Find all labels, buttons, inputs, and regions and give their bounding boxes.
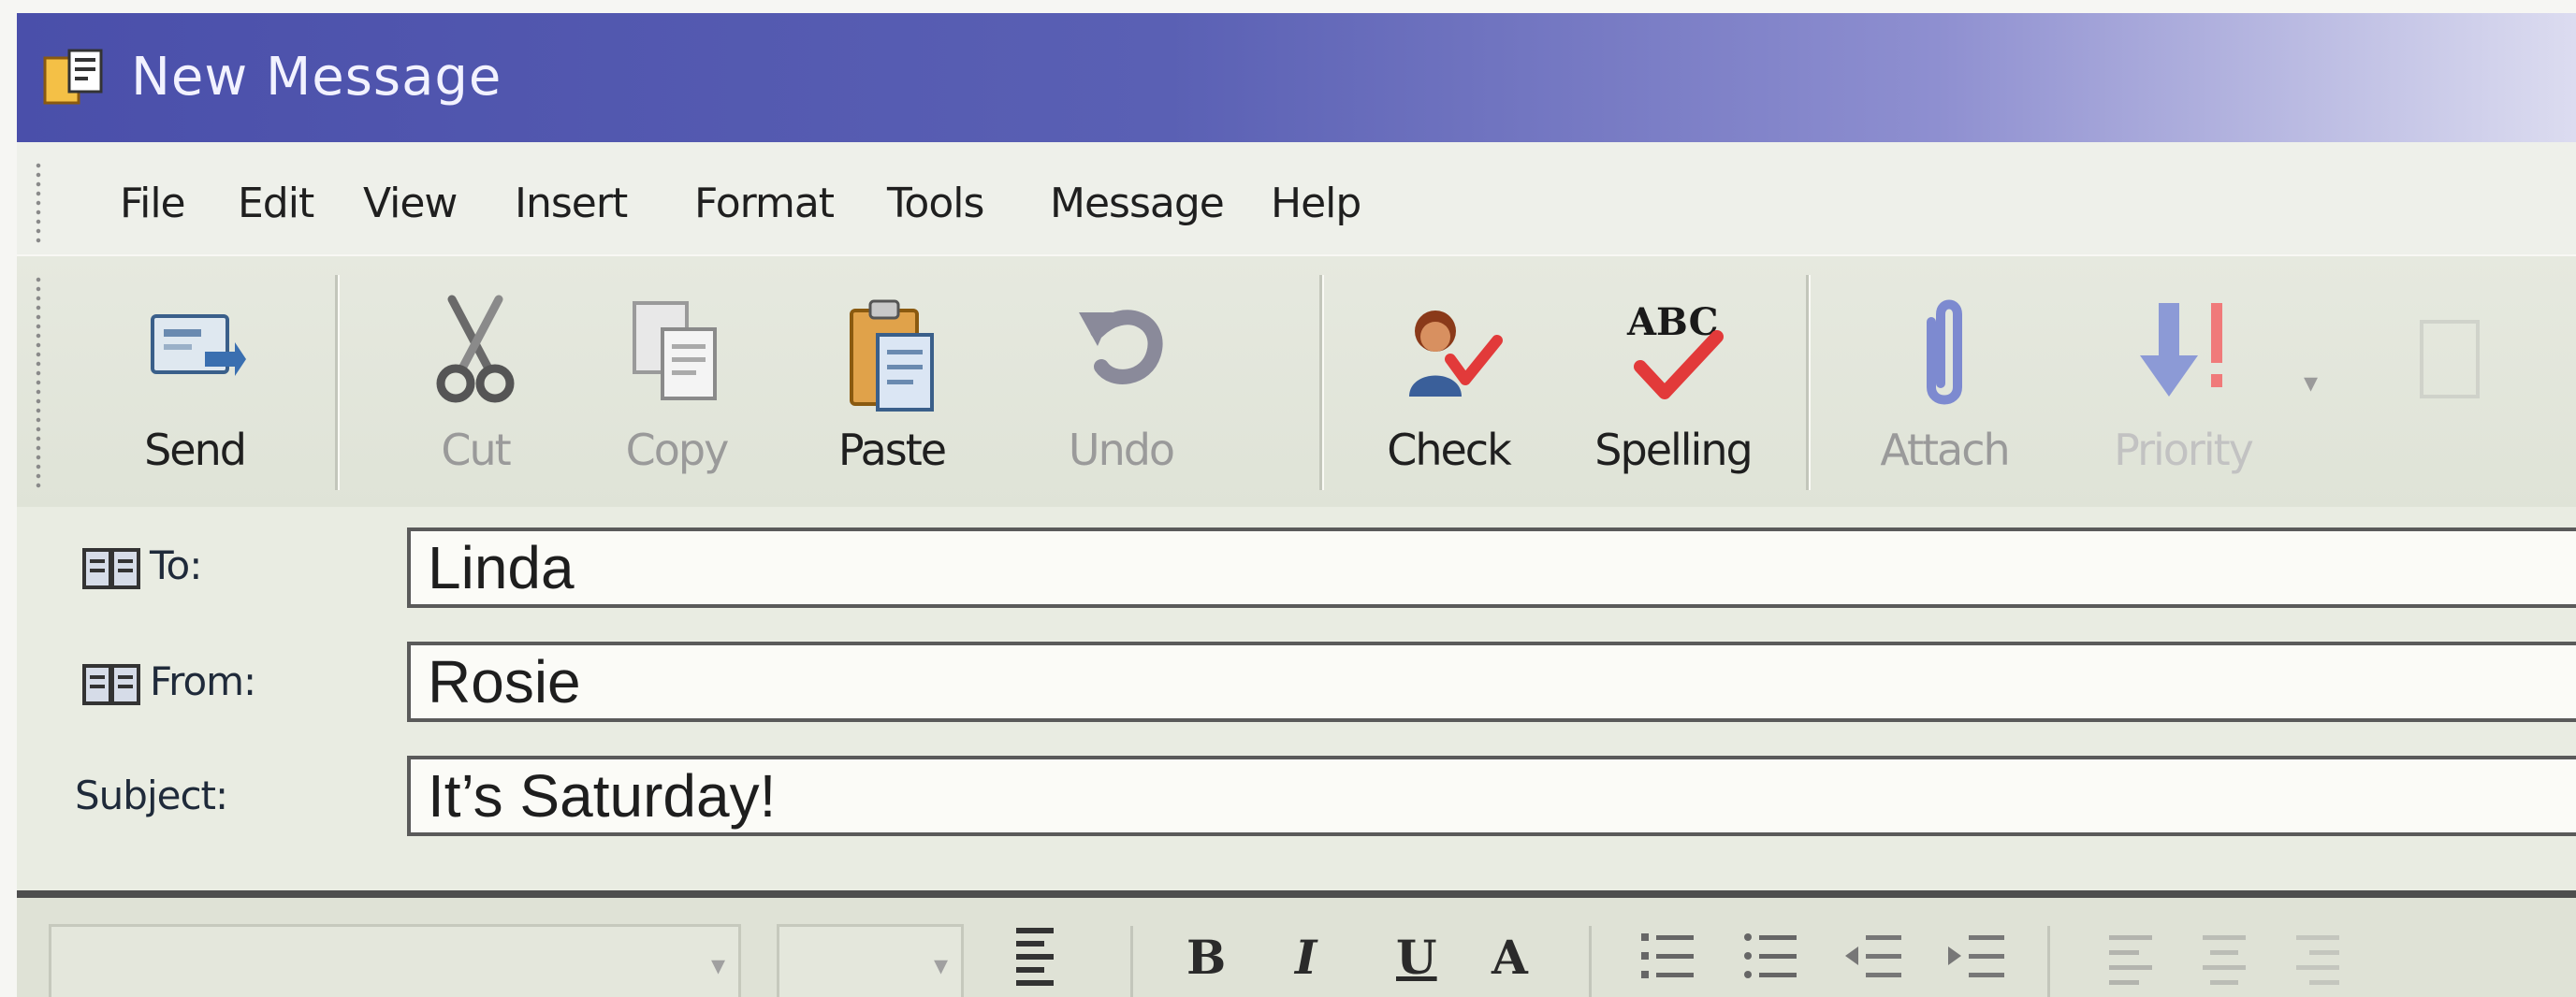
- align-left-icon: [2109, 935, 2152, 985]
- increase-indent-icon: [1948, 935, 2004, 977]
- numbered-list-button[interactable]: [1636, 926, 1701, 995]
- from-field[interactable]: Rosie: [407, 642, 2576, 722]
- spelling-icon: ABC: [1626, 300, 1724, 399]
- check-names-icon: [1409, 311, 1503, 397]
- menu-file[interactable]: File: [120, 180, 186, 227]
- main-toolbar: Send Cut Copy Paste Undo Check ABC Spell…: [17, 254, 2576, 509]
- attach-button[interactable]: Attach: [1851, 256, 2038, 509]
- font-color-button[interactable]: A: [1492, 930, 1528, 985]
- priority-icon: [2140, 303, 2222, 397]
- font-size-select[interactable]: ▾: [777, 924, 964, 997]
- increase-indent-button[interactable]: [1944, 926, 2010, 995]
- scissors-icon: [436, 295, 515, 403]
- spelling-button[interactable]: ABC Spelling: [1570, 256, 1776, 509]
- menu-message[interactable]: Message: [1050, 180, 1225, 227]
- align-right-button[interactable]: [2291, 926, 2347, 995]
- priority-button[interactable]: Priority: [2075, 256, 2291, 509]
- message-window: New Message File Edit View Insert Format…: [17, 13, 2576, 997]
- paragraph-style-button[interactable]: [1011, 922, 1067, 997]
- title-bar[interactable]: New Message: [17, 13, 2576, 142]
- sign-icon[interactable]: [2412, 312, 2487, 425]
- italic-button[interactable]: I: [1295, 930, 1317, 985]
- address-book-icon: [82, 547, 140, 589]
- spelling-label: Spelling: [1594, 425, 1753, 475]
- spelling-badge: ABC: [1626, 300, 1718, 344]
- decrease-indent-button[interactable]: [1841, 926, 1907, 995]
- formatting-toolbar: ▾ ▾ B I U A: [17, 890, 2576, 997]
- toolbar-separator: [1319, 275, 1324, 490]
- align-center-icon: [2203, 935, 2246, 985]
- paste-label: Paste: [837, 425, 947, 475]
- bold-button[interactable]: B: [1186, 930, 1226, 985]
- message-header: To: Linda From: Rosie Subject: It’s Satu…: [17, 507, 2576, 844]
- to-label: To:: [150, 542, 202, 588]
- menu-help[interactable]: Help: [1271, 180, 1361, 227]
- format-separator: [1589, 926, 1592, 997]
- copy-label: Copy: [625, 425, 730, 475]
- menu-insert[interactable]: Insert: [515, 180, 628, 227]
- menu-view[interactable]: View: [363, 180, 458, 227]
- new-message-icon: [43, 49, 103, 105]
- numbered-list-icon: [1641, 933, 1694, 978]
- chevron-down-icon: ▾: [710, 949, 725, 982]
- check-names-label: Check: [1387, 425, 1512, 475]
- from-label: From:: [150, 658, 256, 704]
- decrease-indent-icon: [1845, 935, 1901, 977]
- copy-button[interactable]: Copy: [588, 256, 765, 509]
- to-field[interactable]: Linda: [407, 527, 2576, 608]
- paragraph-style-icon: [1016, 928, 1054, 986]
- to-label-row[interactable]: To:: [82, 542, 202, 591]
- copy-icon: [633, 301, 717, 400]
- paperclip-icon: [1927, 299, 1962, 405]
- subject-label: Subject:: [75, 773, 228, 818]
- menubar-grip[interactable]: [36, 161, 41, 245]
- priority-dropdown-arrow[interactable]: ▾: [2304, 367, 2318, 399]
- bullet-list-icon: [1744, 933, 1797, 978]
- format-separator: [1130, 926, 1133, 997]
- undo-icon: [1079, 310, 1163, 384]
- undo-button[interactable]: Undo: [1037, 256, 1205, 509]
- cut-button[interactable]: Cut: [400, 256, 550, 509]
- send-icon: [151, 314, 246, 376]
- window-title: New Message: [131, 47, 502, 108]
- menu-tools[interactable]: Tools: [887, 180, 984, 227]
- check-names-button[interactable]: Check: [1364, 256, 1533, 509]
- underline-button[interactable]: U: [1396, 930, 1437, 985]
- font-family-select[interactable]: ▾: [49, 924, 741, 997]
- chevron-down-icon: ▾: [933, 949, 948, 982]
- priority-label: Priority: [2114, 425, 2254, 475]
- toolbar-separator: [1806, 275, 1811, 490]
- address-book-icon: [82, 663, 140, 705]
- menu-format[interactable]: Format: [694, 180, 835, 227]
- align-center-button[interactable]: [2197, 926, 2253, 995]
- align-left-button[interactable]: [2103, 926, 2160, 995]
- send-button[interactable]: Send: [101, 256, 288, 509]
- toolbar-grip[interactable]: [36, 275, 41, 490]
- menu-bar: File Edit View Insert Format Tools Messa…: [17, 142, 2576, 254]
- paste-button[interactable]: Paste: [803, 256, 981, 509]
- format-separator: [2047, 926, 2050, 997]
- cut-label: Cut: [441, 425, 511, 475]
- toolbar-separator: [335, 275, 340, 490]
- send-label: Send: [144, 425, 247, 475]
- paste-icon: [850, 299, 934, 412]
- bullet-list-button[interactable]: [1739, 926, 1804, 995]
- attach-label: Attach: [1880, 425, 2010, 475]
- menu-edit[interactable]: Edit: [238, 180, 314, 227]
- from-label-row[interactable]: From:: [82, 658, 256, 707]
- align-right-icon: [2296, 935, 2339, 985]
- subject-field[interactable]: It’s Saturday!: [407, 756, 2576, 836]
- undo-label: Undo: [1068, 425, 1175, 475]
